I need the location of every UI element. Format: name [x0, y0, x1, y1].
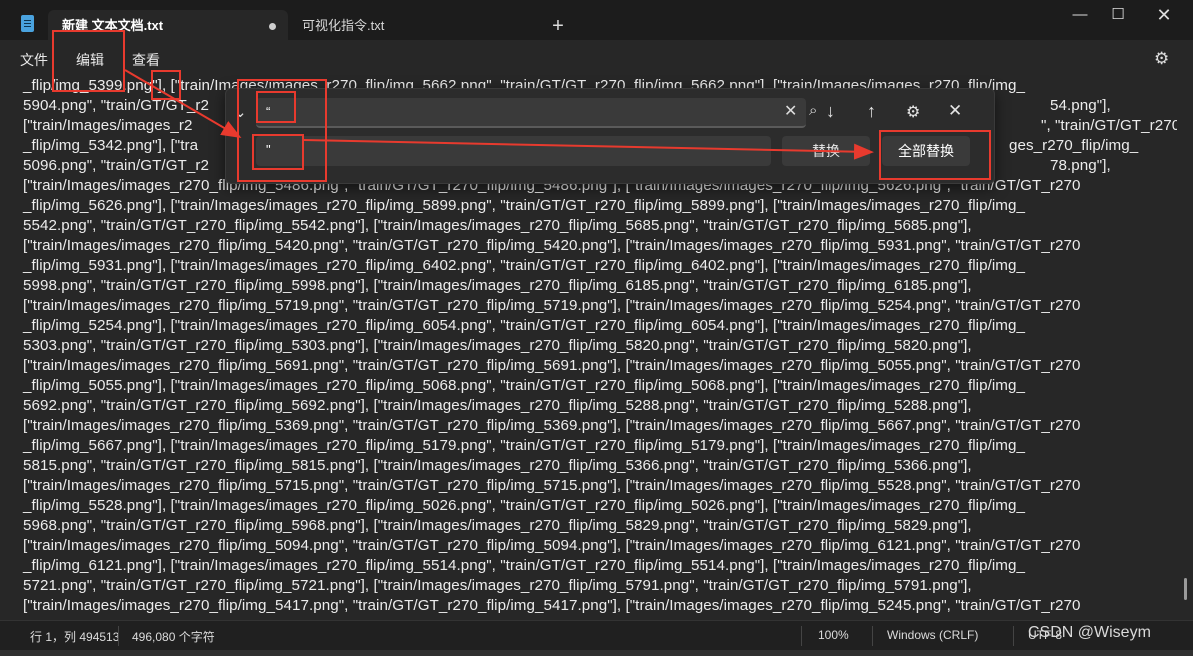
text-line: _flip/img_5254.png"], ["train/Images/ima… [23, 317, 1025, 334]
status-divider [118, 626, 119, 646]
text-line-tail: 78.png"], [1050, 157, 1111, 174]
zoom-level[interactable]: 100% [818, 628, 849, 642]
annotation-box-edit-menu [52, 30, 125, 92]
text-line-tail: ges_r270_flip/img_ [1009, 137, 1139, 154]
text-line: ["train/Images/images_r270_flip/img_5417… [23, 597, 1081, 614]
menu-view[interactable]: 查看 [132, 50, 160, 70]
find-options-icon[interactable]: ⚙ [906, 102, 920, 122]
text-line: 5721.png", "train/GT/GT_r270_flip/img_57… [23, 577, 972, 594]
settings-gear-icon[interactable]: ⚙ [1154, 49, 1169, 69]
tab-visualization-commands[interactable]: 可视化指令.txt [288, 10, 533, 42]
text-line: _flip/img_5055.png"], ["train/Images/ima… [23, 377, 1025, 394]
cursor-position: 行 1，列 494513 [30, 630, 120, 644]
status-divider [1013, 626, 1014, 646]
text-line: _flip/img_5626.png"], ["train/Images/ima… [23, 197, 1025, 214]
notepad-window: 新建 文本文档.txt 可视化指令.txt + — ☐ ✕ 文件 编辑 查看 ⚙… [0, 0, 1193, 656]
close-find-panel-icon[interactable]: ✕ [948, 101, 962, 121]
new-tab-button[interactable]: + [548, 12, 568, 40]
text-line: ["train/Images/images_r270_flip/img_5691… [23, 357, 1081, 374]
maximize-button[interactable]: ☐ [1095, 0, 1141, 32]
character-count: 496,080 个字符 [132, 630, 215, 644]
find-next-icon[interactable]: ↓ [826, 101, 835, 122]
status-divider [872, 626, 873, 646]
find-input[interactable]: “ ✕ ⌕ [256, 98, 817, 128]
status-bar: 行 1，列 494513 496,080 个字符 100% Windows (C… [0, 620, 1193, 650]
text-line: ["train/Images/images_r270_flip/img_5420… [23, 237, 1081, 254]
csdn-watermark: CSDN @Wiseym [1028, 624, 1151, 641]
text-line: 5904.png", "train/GT/GT_r2 [23, 97, 209, 114]
text-line: ["train/Images/images_r270_flip/img_5369… [23, 417, 1081, 434]
line-ending[interactable]: Windows (CRLF) [887, 628, 978, 642]
text-line: 5968.png", "train/GT/GT_r270_flip/img_59… [23, 517, 972, 534]
text-line: ["train/Images/images_r270_flip/img_5719… [23, 297, 1081, 314]
text-line: ["train/Images/images_r270_flip/img_5094… [23, 537, 1081, 554]
text-line: 5303.png", "train/GT/GT_r270_flip/img_53… [23, 337, 972, 354]
annotation-box-replace-value [252, 134, 304, 170]
text-line: _flip/img_6121.png"], ["train/Images/ima… [23, 557, 1025, 574]
text-line: _flip/img_5931.png"], ["train/Images/ima… [23, 257, 1025, 274]
text-line: 5542.png", "train/GT/GT_r270_flip/img_55… [23, 217, 972, 234]
annotation-box-replace-all [879, 130, 991, 180]
status-divider [801, 626, 802, 646]
search-icon[interactable]: ⌕ [809, 102, 817, 119]
close-window-button[interactable]: ✕ [1141, 0, 1187, 32]
unsaved-dot-icon [269, 23, 276, 30]
menu-file[interactable]: 文件 [20, 50, 48, 70]
clear-find-icon[interactable]: ✕ [784, 101, 797, 121]
text-line: 5998.png", "train/GT/GT_r270_flip/img_59… [23, 277, 972, 294]
text-line: _flip/img_5528.png"], ["train/Images/ima… [23, 497, 1025, 514]
text-line: ["train/Images/images_r270_flip/img_5715… [23, 477, 1081, 494]
annotation-box-quote [151, 70, 181, 100]
find-previous-icon[interactable]: ↑ [867, 101, 876, 122]
text-line-tail: 54.png"], [1050, 97, 1111, 114]
replace-button[interactable]: 替换 [782, 136, 870, 166]
vertical-scrollbar[interactable] [1178, 76, 1193, 620]
background-strip [0, 650, 1193, 656]
replace-input[interactable]: " [256, 136, 771, 166]
text-line: 5692.png", "train/GT/GT_r270_flip/img_56… [23, 397, 972, 414]
text-line: ["train/Images/images_r2 [23, 117, 193, 134]
text-line-tail: ", "train/GT/GT_r270 [1041, 117, 1177, 134]
notepad-icon [21, 15, 34, 32]
annotation-box-find-value [256, 91, 296, 123]
scrollbar-thumb[interactable] [1184, 578, 1187, 600]
title-bar: 新建 文本文档.txt 可视化指令.txt + — ☐ ✕ [0, 0, 1193, 42]
tab-label: 可视化指令.txt [302, 18, 385, 33]
text-line: _flip/img_5667.png"], ["train/Images/ima… [23, 437, 1025, 454]
text-line: 5096.png", "train/GT/GT_r2 [23, 157, 209, 174]
text-line: 5815.png", "train/GT/GT_r270_flip/img_58… [23, 457, 972, 474]
text-line: _flip/img_5342.png"], ["tra [23, 137, 199, 154]
